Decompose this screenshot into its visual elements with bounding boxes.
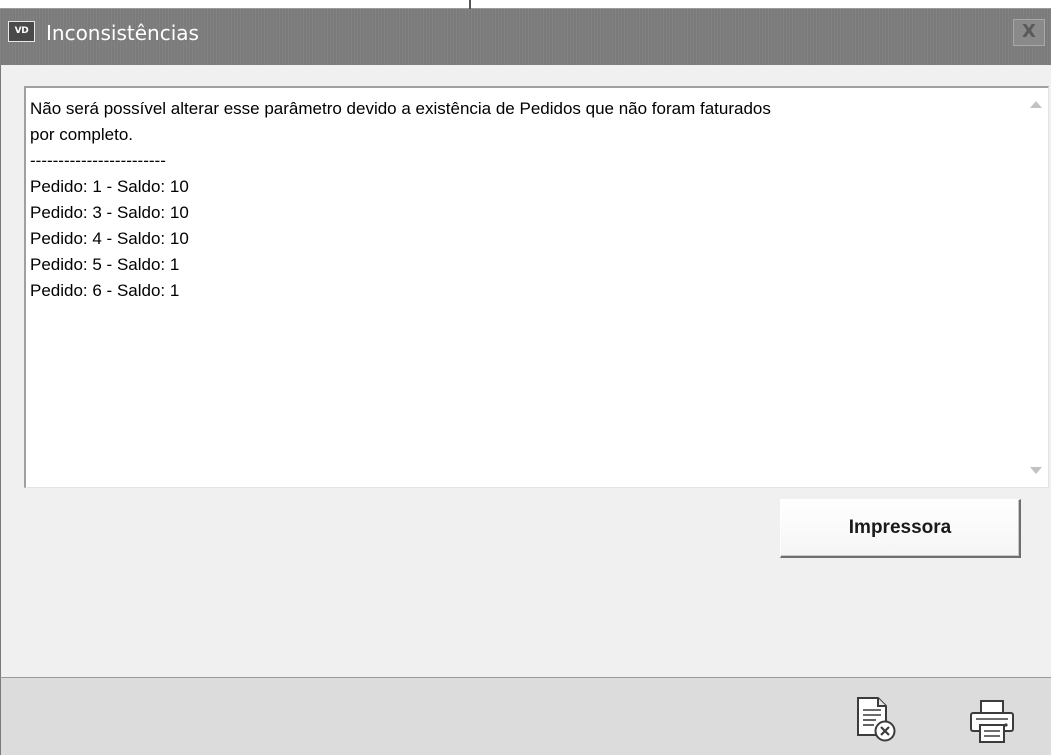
close-button[interactable]: X <box>1013 19 1045 46</box>
scroll-down-arrow-icon <box>1030 467 1042 474</box>
vertical-scrollbar[interactable] <box>1024 88 1048 487</box>
cancel-document-icon[interactable] <box>854 695 900 745</box>
message-textarea[interactable]: Não será possível alterar esse parâmetro… <box>24 86 1049 488</box>
inconsistencias-window: VD Inconsistências X Não será possível a… <box>0 0 1051 755</box>
impressora-button[interactable]: Impressora <box>780 499 1021 558</box>
app-logo-icon: VD <box>8 21 35 42</box>
footer-toolbar <box>0 677 1051 755</box>
title-bar-notch <box>469 0 471 9</box>
scroll-up-arrow-icon <box>1030 101 1042 108</box>
window-title: Inconsistências <box>46 21 199 45</box>
scroll-down-button[interactable] <box>1024 459 1048 483</box>
printer-icon[interactable] <box>966 698 1018 746</box>
message-text: Não será possível alterar esse parâmetro… <box>30 99 771 300</box>
title-bar[interactable]: VD Inconsistências X <box>0 8 1051 65</box>
dialog-body: Não será possível alterar esse parâmetro… <box>0 65 1051 677</box>
scroll-up-button[interactable] <box>1024 92 1048 116</box>
